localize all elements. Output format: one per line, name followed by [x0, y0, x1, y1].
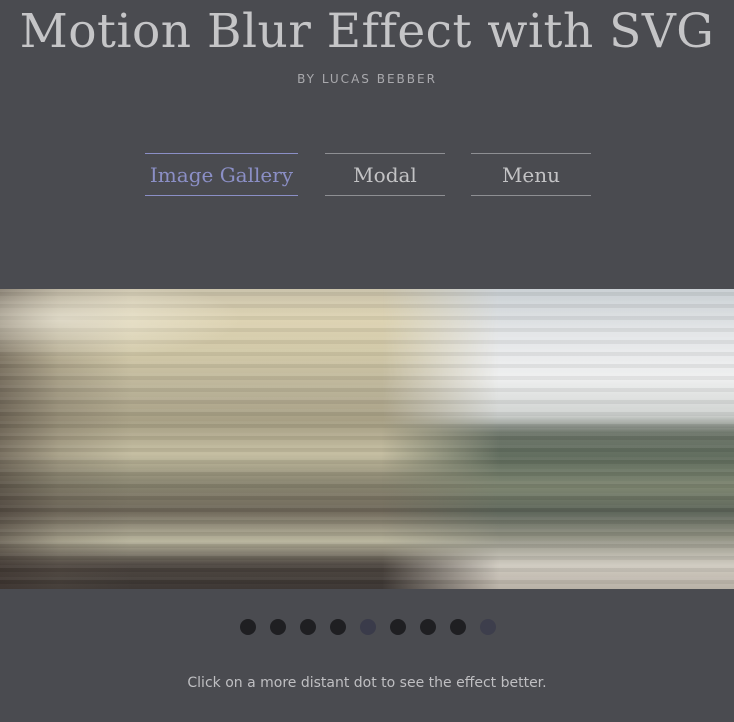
- hint-text: Click on a more distant dot to see the e…: [187, 675, 547, 691]
- gallery-slide-image: [0, 289, 734, 589]
- gallery-dot-4[interactable]: [330, 619, 346, 635]
- gallery-dot-8[interactable]: [450, 619, 466, 635]
- tab-menu[interactable]: Menu: [471, 153, 591, 196]
- gallery-dot-1[interactable]: [240, 619, 256, 635]
- gallery-dot-3[interactable]: [300, 619, 316, 635]
- author-byline: BY LUCAS BEBBER: [297, 72, 437, 86]
- gallery-dot-9[interactable]: [480, 619, 496, 635]
- gallery-dot-6[interactable]: [390, 619, 406, 635]
- gallery-dots: [240, 619, 496, 635]
- gallery-dot-2[interactable]: [270, 619, 286, 635]
- slide-blur-glow: [0, 289, 734, 589]
- gallery-dot-5[interactable]: [360, 619, 376, 635]
- page-title: Motion Blur Effect with SVG: [19, 4, 715, 59]
- tab-image-gallery[interactable]: Image Gallery: [145, 153, 298, 196]
- gallery-dot-7[interactable]: [420, 619, 436, 635]
- tab-modal[interactable]: Modal: [325, 153, 445, 196]
